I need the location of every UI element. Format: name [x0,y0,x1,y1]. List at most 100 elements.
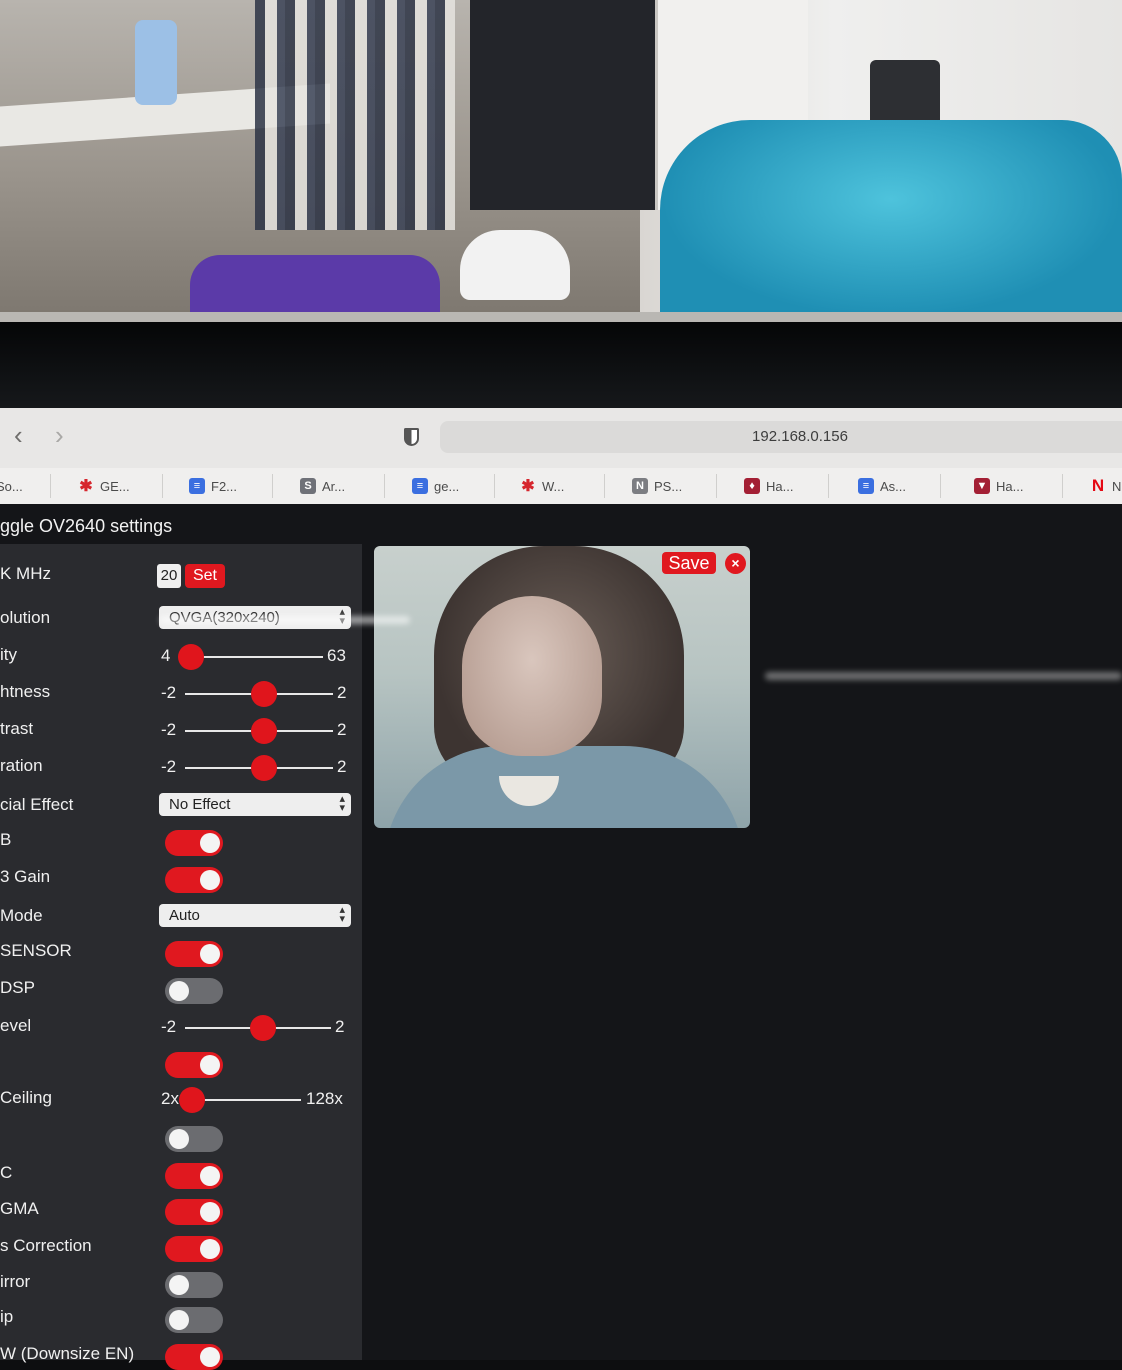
saturation-slider-thumb[interactable] [251,755,277,781]
bpc-toggle[interactable] [165,1126,223,1152]
wpc-row: C [0,1155,362,1189]
bookmark-item[interactable]: So... [0,475,23,497]
special-effect-select[interactable]: No Effect ▴ ▾ [159,793,351,816]
quality-label: ity [0,645,17,664]
h-mirror-toggle[interactable] [165,1272,223,1298]
bookmark-label: GE... [100,478,130,494]
back-arrow-icon[interactable]: ‹ [14,420,23,450]
gain-ceiling-slider-thumb[interactable] [179,1087,205,1113]
contrast-row: trast -2 2 [0,711,362,745]
aec-dsp-toggle[interactable] [165,978,223,1004]
forward-arrow-icon[interactable]: › [55,420,64,450]
xclk-set-button[interactable]: Set [185,564,225,588]
bookmark-item[interactable]: N PS... [632,475,682,497]
stream-face [462,596,602,756]
ae-level-label: evel [0,1016,32,1035]
aec-sensor-label: SENSOR [0,941,72,960]
resolution-label: olution [0,608,51,627]
brightness-row: htness -2 2 [0,674,362,708]
aec-dsp-label: DSP [0,978,35,997]
shield-crest-icon: ♦ [744,478,760,494]
privacy-shield-icon[interactable] [404,428,419,446]
bookmark-item[interactable]: ≡ ge... [412,475,459,497]
wb-mode-label: Mode [0,906,43,925]
water-bottle [135,20,177,105]
raw-gma-toggle[interactable] [165,1199,223,1225]
s-icon: S [300,478,316,494]
settings-toggle-title[interactable]: ggle OV2640 settings [0,516,172,537]
bookmark-label: PS... [654,478,683,494]
bookmark-separator [828,474,829,498]
address-bar[interactable]: 192.168.0.156 [440,421,1122,453]
v-flip-row: ip [0,1299,362,1333]
xclk-input[interactable]: 20 [157,564,181,588]
awb-label: B [0,830,12,849]
bookmark-item[interactable]: ≡ As... [858,475,906,497]
bookmark-label: F2... [211,478,238,494]
screen-glare [160,616,410,624]
special-effect-value: No Effect [169,796,231,813]
bookmark-item[interactable]: N N [1090,475,1122,497]
ae-level-min: -2 [161,1017,177,1036]
awb-gain-label: 3 Gain [0,867,51,886]
stream-shirt [384,746,744,828]
bookmark-separator [716,474,717,498]
bookmark-separator [1062,474,1063,498]
harvard-shield-icon: ▼ [974,478,990,494]
awb-toggle[interactable] [165,830,223,856]
person-plaid-shirt [255,0,455,230]
toggle-knob [169,1310,189,1330]
ae-level-slider-thumb[interactable] [250,1015,276,1041]
bookmark-label: As... [880,478,907,494]
toggle-knob [169,981,189,1001]
awb-gain-row: 3 Gain [0,859,362,893]
brightness-max: 2 [337,683,347,702]
brightness-slider-thumb[interactable] [251,681,277,707]
v-flip-toggle[interactable] [165,1307,223,1333]
save-still-button[interactable]: Save [662,552,716,574]
toggle-knob [169,1129,189,1149]
ae-level-max: 2 [335,1017,345,1036]
toggle-knob [200,833,220,853]
agc-row [0,1044,362,1078]
quality-slider-thumb[interactable] [177,644,204,670]
contrast-slider-thumb[interactable] [251,718,277,744]
monitor-bezel [0,322,1122,408]
bookmark-item[interactable]: ▼ Ha... [974,475,1023,497]
bookmark-item[interactable]: S Ar... [300,475,345,497]
agc-toggle[interactable] [165,1052,223,1078]
bookmark-label: ge... [434,478,460,494]
quality-track[interactable] [183,656,323,658]
bookmark-label: Ha... [766,478,794,494]
aec-sensor-toggle[interactable] [165,941,223,967]
awb-gain-toggle[interactable] [165,867,223,893]
blue-jacket [660,120,1122,318]
special-effect-row: cial Effect No Effect ▴ ▾ [0,787,362,821]
bookmark-label: Ar... [322,478,346,494]
bookmarks-bar: So... ✱ GE... ≡ F2... S Ar... ≡ ge... ✱ … [0,468,1122,505]
toggle-knob [200,1166,220,1186]
room-background [0,0,1122,318]
n-icon: N [632,478,648,494]
lens-correction-toggle[interactable] [165,1236,223,1262]
dcw-toggle[interactable] [165,1344,223,1370]
toggle-knob [169,1275,189,1295]
dcw-row: W (Downsize EN) [0,1336,362,1370]
bookmark-item[interactable]: ≡ F2... [189,475,237,497]
bookmark-separator [50,474,51,498]
bookmark-item[interactable]: ♦ Ha... [744,475,793,497]
quality-min: 4 [161,646,171,665]
close-stream-button[interactable]: × [725,553,746,574]
asterisk-red-icon: ✱ [79,478,93,495]
bookmark-separator [604,474,605,498]
bookmark-item[interactable]: ✱ W... [520,475,564,497]
bookmark-separator [384,474,385,498]
toggle-knob [200,870,220,890]
wb-mode-select[interactable]: Auto ▴ ▾ [159,904,351,927]
raw-gma-row: GMA [0,1191,362,1225]
asterisk-red-icon: ✱ [521,478,535,495]
wpc-toggle[interactable] [165,1163,223,1189]
aec-dsp-row: DSP [0,970,362,1004]
dark-panel [470,0,660,210]
bookmark-item[interactable]: ✱ GE... [78,475,130,497]
